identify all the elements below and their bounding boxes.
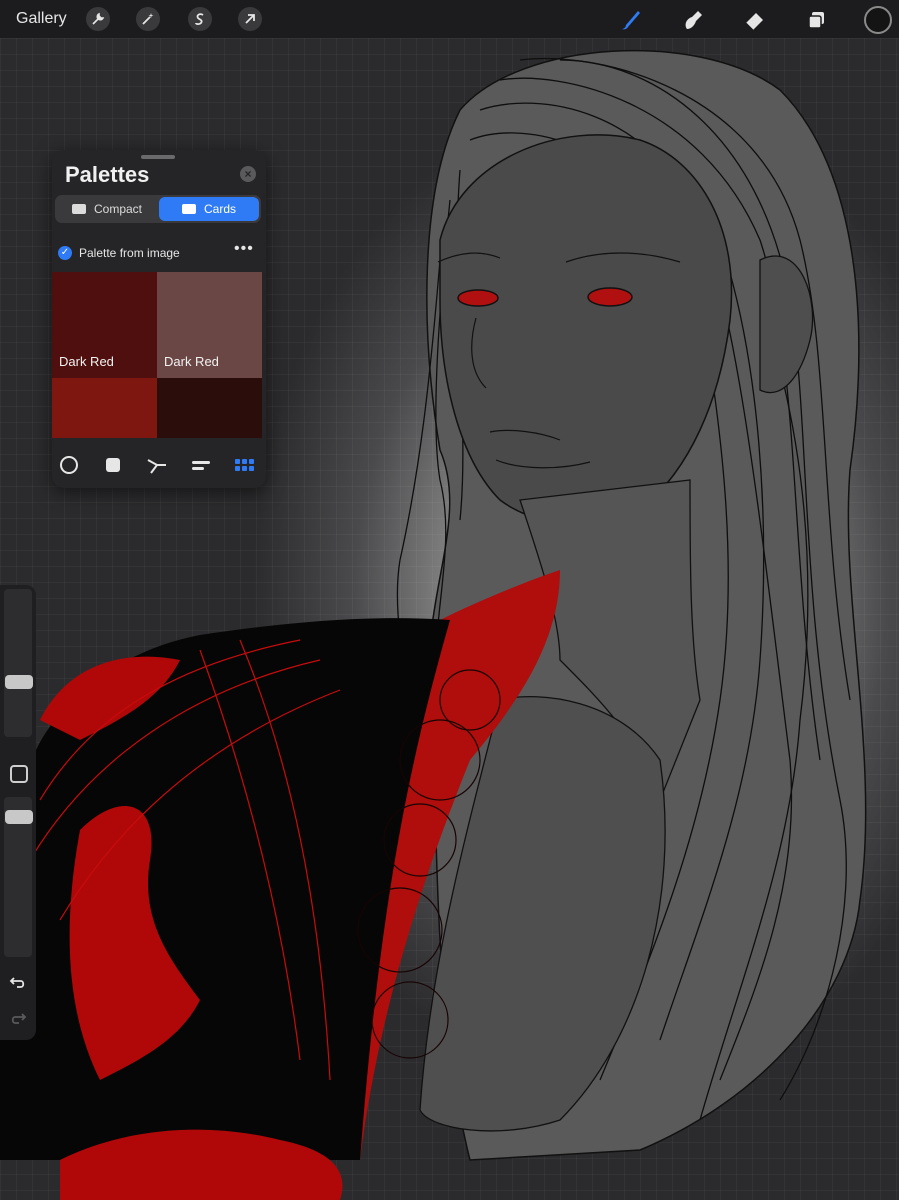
- layers-icon[interactable]: [804, 7, 830, 33]
- disc-icon[interactable]: [58, 454, 80, 476]
- right-eye: [587, 287, 633, 307]
- compact-icon: [71, 204, 86, 214]
- wrench-icon[interactable]: [86, 7, 110, 31]
- view-mode-segmented-control: Compact Cards: [55, 195, 261, 223]
- top-toolbar: Gallery: [0, 0, 899, 38]
- swatch[interactable]: Dark Red: [157, 272, 262, 378]
- palettes-panel: Palettes × Compact Cards ✓ Palette from …: [52, 150, 266, 488]
- color-well-button[interactable]: [864, 6, 892, 34]
- color-mode-tabs: [52, 448, 266, 482]
- brush-icon[interactable]: [618, 7, 644, 33]
- magic-wand-icon[interactable]: [136, 7, 160, 31]
- cards-icon: [181, 204, 196, 214]
- compact-view-button[interactable]: Compact: [57, 197, 157, 221]
- brush-size-thumb[interactable]: [5, 674, 33, 689]
- opacity-thumb[interactable]: [5, 810, 33, 825]
- swatch[interactable]: [157, 378, 262, 438]
- eraser-icon[interactable]: [742, 7, 768, 33]
- palette-header[interactable]: ✓ Palette from image •••: [52, 236, 266, 270]
- transform-arrow-icon[interactable]: [238, 7, 262, 31]
- close-icon[interactable]: ×: [240, 166, 256, 182]
- panel-title: Palettes: [65, 162, 150, 187]
- smudge-icon[interactable]: [680, 7, 706, 33]
- gallery-button[interactable]: Gallery: [16, 10, 67, 28]
- swatch[interactable]: Dark Red: [52, 272, 157, 378]
- redo-icon[interactable]: [9, 1009, 27, 1032]
- cards-label: Cards: [203, 202, 236, 216]
- swatch-label: Dark Red: [164, 354, 219, 369]
- default-checkmark-icon[interactable]: ✓: [58, 246, 72, 260]
- left-eye: [457, 289, 499, 307]
- brush-size-slider[interactable]: [4, 589, 32, 737]
- swatch-grid: Dark Red Dark Red: [52, 272, 262, 438]
- palette-name: Palette from image: [79, 246, 180, 260]
- classic-icon[interactable]: [102, 454, 124, 476]
- panel-grabber[interactable]: [141, 155, 175, 159]
- more-options-button[interactable]: •••: [234, 240, 254, 258]
- value-icon[interactable]: [190, 454, 212, 476]
- swatch-label: Dark Red: [59, 354, 114, 369]
- left-sidebar: [0, 585, 36, 1040]
- harmony-icon[interactable]: [146, 454, 168, 476]
- modify-icon[interactable]: [10, 765, 28, 783]
- compact-label: Compact: [93, 202, 143, 216]
- swatch[interactable]: [52, 378, 157, 438]
- cards-view-button[interactable]: Cards: [159, 197, 259, 221]
- undo-icon[interactable]: [9, 973, 27, 996]
- selection-s-icon[interactable]: [188, 7, 212, 31]
- palettes-grid-icon[interactable]: [234, 454, 256, 476]
